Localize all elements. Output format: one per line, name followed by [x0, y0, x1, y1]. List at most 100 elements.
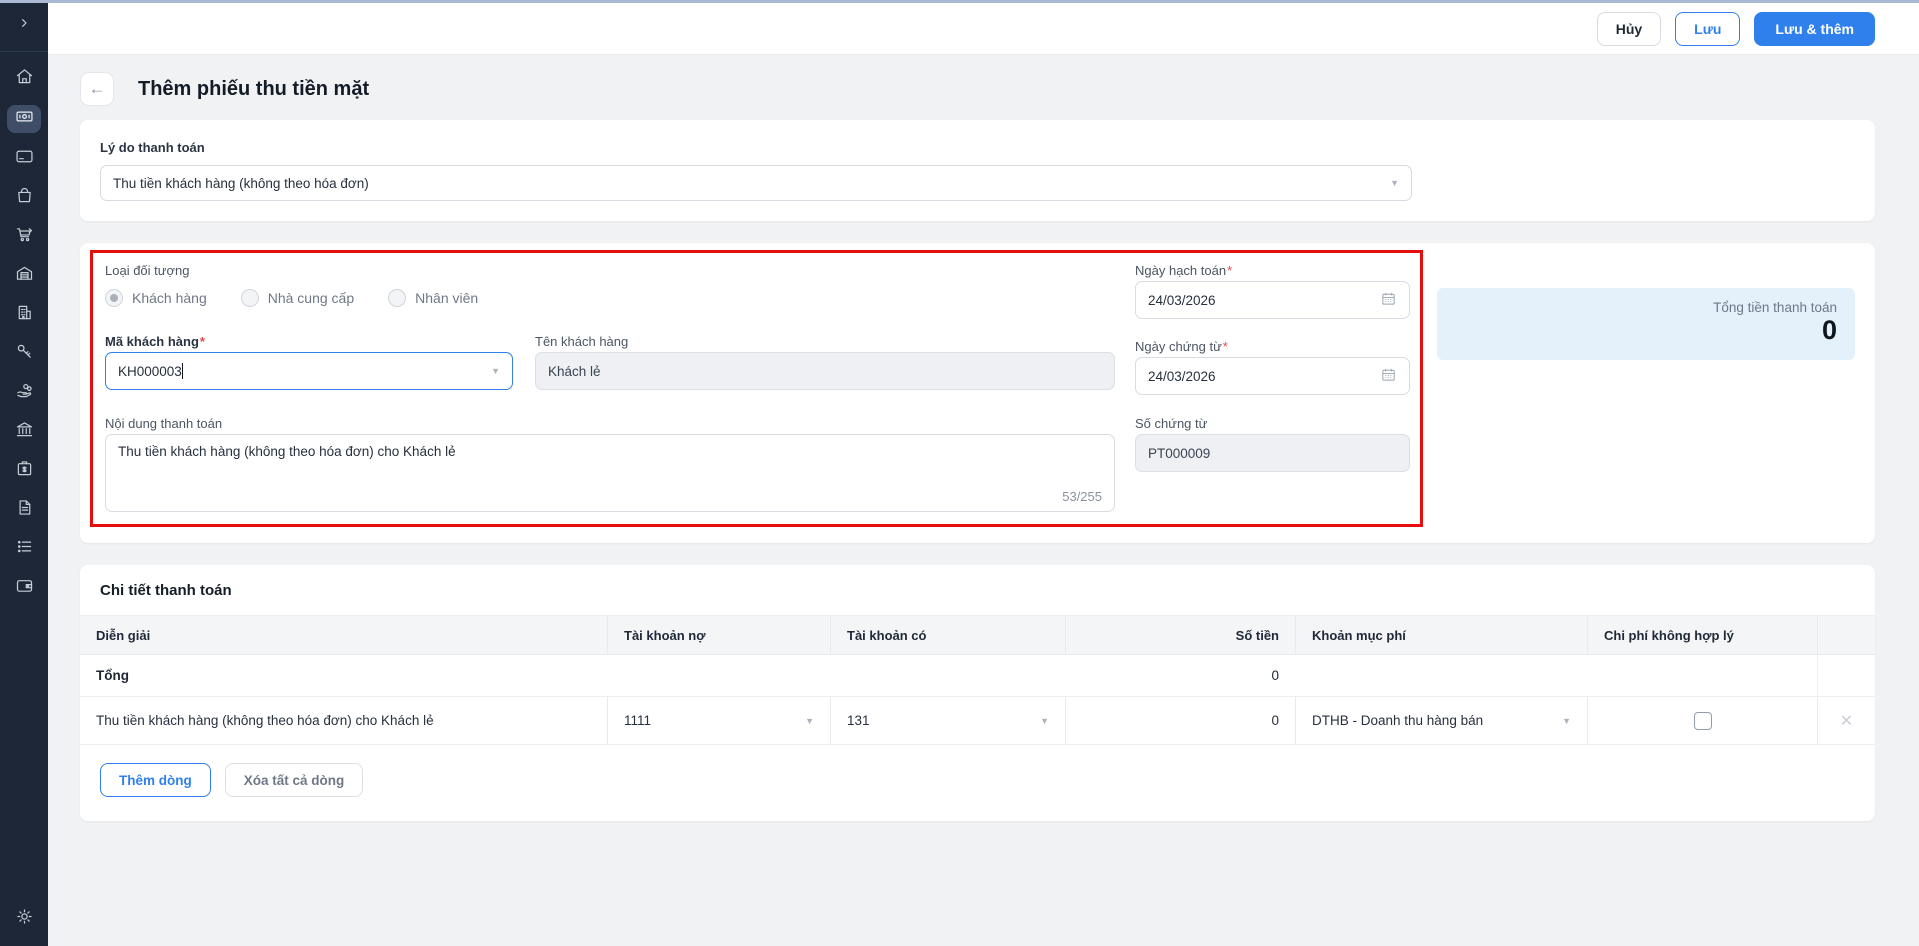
row-description-cell[interactable]: Thu tiền khách hàng (không theo hóa đơn)…: [80, 697, 607, 744]
sidebar-item-shopping-bag[interactable]: [7, 185, 41, 211]
customer-name-input: Khách lẻ: [535, 352, 1115, 390]
sidebar-item-key[interactable]: [7, 341, 41, 367]
radio-nha-cung-cap[interactable]: Nhà cung cấp: [240, 289, 354, 307]
bank-icon: [14, 419, 35, 445]
payment-content-textarea[interactable]: Thu tiền khách hàng (không theo hóa đơn)…: [105, 434, 1115, 512]
total-payment-label: Tổng tiền thanh toán: [1713, 300, 1837, 315]
calendar-icon[interactable]: [1380, 366, 1397, 386]
col-header-fee-category: Khoản mục phí: [1295, 616, 1587, 654]
chevron-down-icon: ▼: [1562, 715, 1571, 726]
shopping-cart-icon: [14, 224, 35, 250]
sidebar-item-home[interactable]: [7, 66, 41, 92]
radio-nhan-vien[interactable]: Nhân viên: [388, 289, 478, 307]
text-cursor: [181, 363, 184, 379]
back-button[interactable]: ←: [80, 72, 114, 106]
page-title: Thêm phiếu thu tiền mặt: [138, 77, 370, 100]
col-header-debit-account: Tài khoản nợ: [607, 616, 830, 654]
document-date-value: 24/03/2026: [1148, 368, 1216, 384]
cash-receipt-icon: [14, 106, 35, 132]
posting-date-label: Ngày hạch toán*: [1135, 263, 1233, 278]
radio-selected-icon: [105, 289, 123, 307]
add-row-button[interactable]: Thêm dòng: [100, 763, 211, 797]
sidebar-item-bank[interactable]: [7, 419, 41, 445]
payment-details-card: Chi tiết thanh toán Diễn giải Tài khoản …: [80, 565, 1875, 821]
sidebar-item-shopping-cart[interactable]: [7, 224, 41, 250]
row-fee-category-select[interactable]: DTHB - Doanh thu hàng bán ▼: [1295, 697, 1587, 744]
customer-code-value: KH000003: [118, 364, 182, 379]
row-invalid-expense-cell: [1587, 697, 1817, 744]
radio-unselected-icon: [240, 289, 259, 307]
payment-content-value: Thu tiền khách hàng (không theo hóa đơn)…: [118, 444, 456, 459]
col-header-description: Diễn giải: [96, 627, 151, 643]
payment-reason-value: Thu tiền khách hàng (không theo hóa đơn): [113, 175, 369, 191]
save-and-add-button[interactable]: Lưu & thêm: [1754, 11, 1875, 46]
col-header-invalid-expense: Chi phí không hợp lý: [1587, 616, 1817, 654]
delete-all-rows-button[interactable]: Xóa tất cả dòng: [224, 763, 364, 797]
chevron-down-icon: ▼: [1040, 715, 1049, 726]
row-debit-account-select[interactable]: 1111 ▼: [607, 697, 830, 744]
credit-card-icon: [14, 146, 35, 172]
chevron-down-icon: ▼: [1390, 178, 1399, 188]
sidebar-item-office-building[interactable]: [7, 302, 41, 328]
payment-reason-card: Lý do thanh toán Thu tiền khách hàng (kh…: [80, 120, 1875, 221]
document-icon: [14, 497, 35, 523]
hand-coins-icon: [14, 380, 35, 406]
key-icon: [14, 341, 35, 367]
sidebar-item-cash-receipt[interactable]: [7, 105, 41, 133]
row-credit-account-select[interactable]: 131 ▼: [830, 697, 1065, 744]
cancel-button[interactable]: Hủy: [1596, 11, 1662, 46]
chevron-down-icon: ▼: [491, 366, 500, 376]
object-type-radio-group: Khách hàng Nhà cung cấp Nhân viên: [105, 289, 478, 307]
sidebar-item-wallet[interactable]: [7, 575, 41, 601]
voucher-info-card: Loại đối tượng Khách hàng Nhà cung cấp N…: [80, 243, 1875, 543]
sidebar-item-list[interactable]: [7, 536, 41, 562]
document-number-label: Số chứng từ: [1135, 416, 1208, 431]
total-row: Tổng 0: [80, 655, 1875, 697]
sidebar-item-credit-card[interactable]: [7, 146, 41, 172]
delete-row-icon[interactable]: ✕: [1840, 711, 1853, 731]
sidebar-item-hand-coins[interactable]: [7, 380, 41, 406]
details-title: Chi tiết thanh toán: [100, 582, 232, 599]
list-icon: [14, 536, 35, 562]
home-icon: [14, 66, 35, 92]
customer-code-input[interactable]: KH000003 ▼: [105, 352, 513, 390]
table-row: Thu tiền khách hàng (không theo hóa đơn)…: [80, 697, 1875, 745]
total-label: Tổng: [96, 668, 129, 683]
collapse-chevron-icon: [16, 15, 32, 36]
customer-name-value: Khách lẻ: [548, 363, 601, 379]
topbar: Hủy Lưu Lưu & thêm: [48, 3, 1919, 55]
invalid-expense-checkbox[interactable]: [1693, 711, 1712, 730]
back-arrow-icon: ←: [88, 79, 106, 98]
col-header-actions: [1817, 616, 1875, 654]
main-content: ← Thêm phiếu thu tiền mặt Lý do thanh to…: [48, 55, 1919, 946]
chevron-down-icon: ▼: [805, 715, 814, 726]
row-amount-cell[interactable]: 0: [1065, 697, 1295, 744]
document-date-input[interactable]: 24/03/2026: [1135, 357, 1410, 395]
details-table: Diễn giải Tài khoản nợ Tài khoản có Số t…: [80, 615, 1875, 745]
radio-unselected-icon: [388, 289, 407, 307]
customer-name-label: Tên khách hàng: [535, 334, 629, 349]
sidebar-item-document[interactable]: [7, 497, 41, 523]
table-header-row: Diễn giải Tài khoản nợ Tài khoản có Số t…: [80, 615, 1875, 655]
radio-khach-hang[interactable]: Khách hàng: [105, 289, 207, 307]
payment-reason-select[interactable]: Thu tiền khách hàng (không theo hóa đơn)…: [100, 165, 1412, 201]
sidebar-item-cash-box[interactable]: [7, 458, 41, 484]
total-payment-value: 0: [1821, 315, 1837, 345]
settings-gear-icon: [14, 906, 35, 932]
top-progress-strip: [0, 0, 1919, 3]
sidebar-item-warehouse[interactable]: [7, 263, 41, 289]
total-amount: 0: [1271, 668, 1279, 683]
customer-code-label: Mã khách hàng*: [105, 334, 205, 349]
object-type-label: Loại đối tượng: [105, 263, 190, 278]
calendar-icon[interactable]: [1380, 290, 1397, 310]
payment-reason-label: Lý do thanh toán: [100, 140, 205, 155]
cash-box-icon: [14, 458, 35, 484]
sidebar: [0, 0, 48, 946]
sidebar-item-settings[interactable]: [7, 906, 41, 932]
sidebar-collapse-button[interactable]: [0, 0, 48, 52]
payment-content-label: Nội dung thanh toán: [105, 416, 223, 431]
save-button[interactable]: Lưu: [1675, 11, 1741, 46]
total-payment-summary: Tổng tiền thanh toán 0: [1437, 288, 1855, 360]
row-actions-cell: ✕: [1817, 697, 1875, 744]
posting-date-input[interactable]: 24/03/2026: [1135, 281, 1410, 319]
